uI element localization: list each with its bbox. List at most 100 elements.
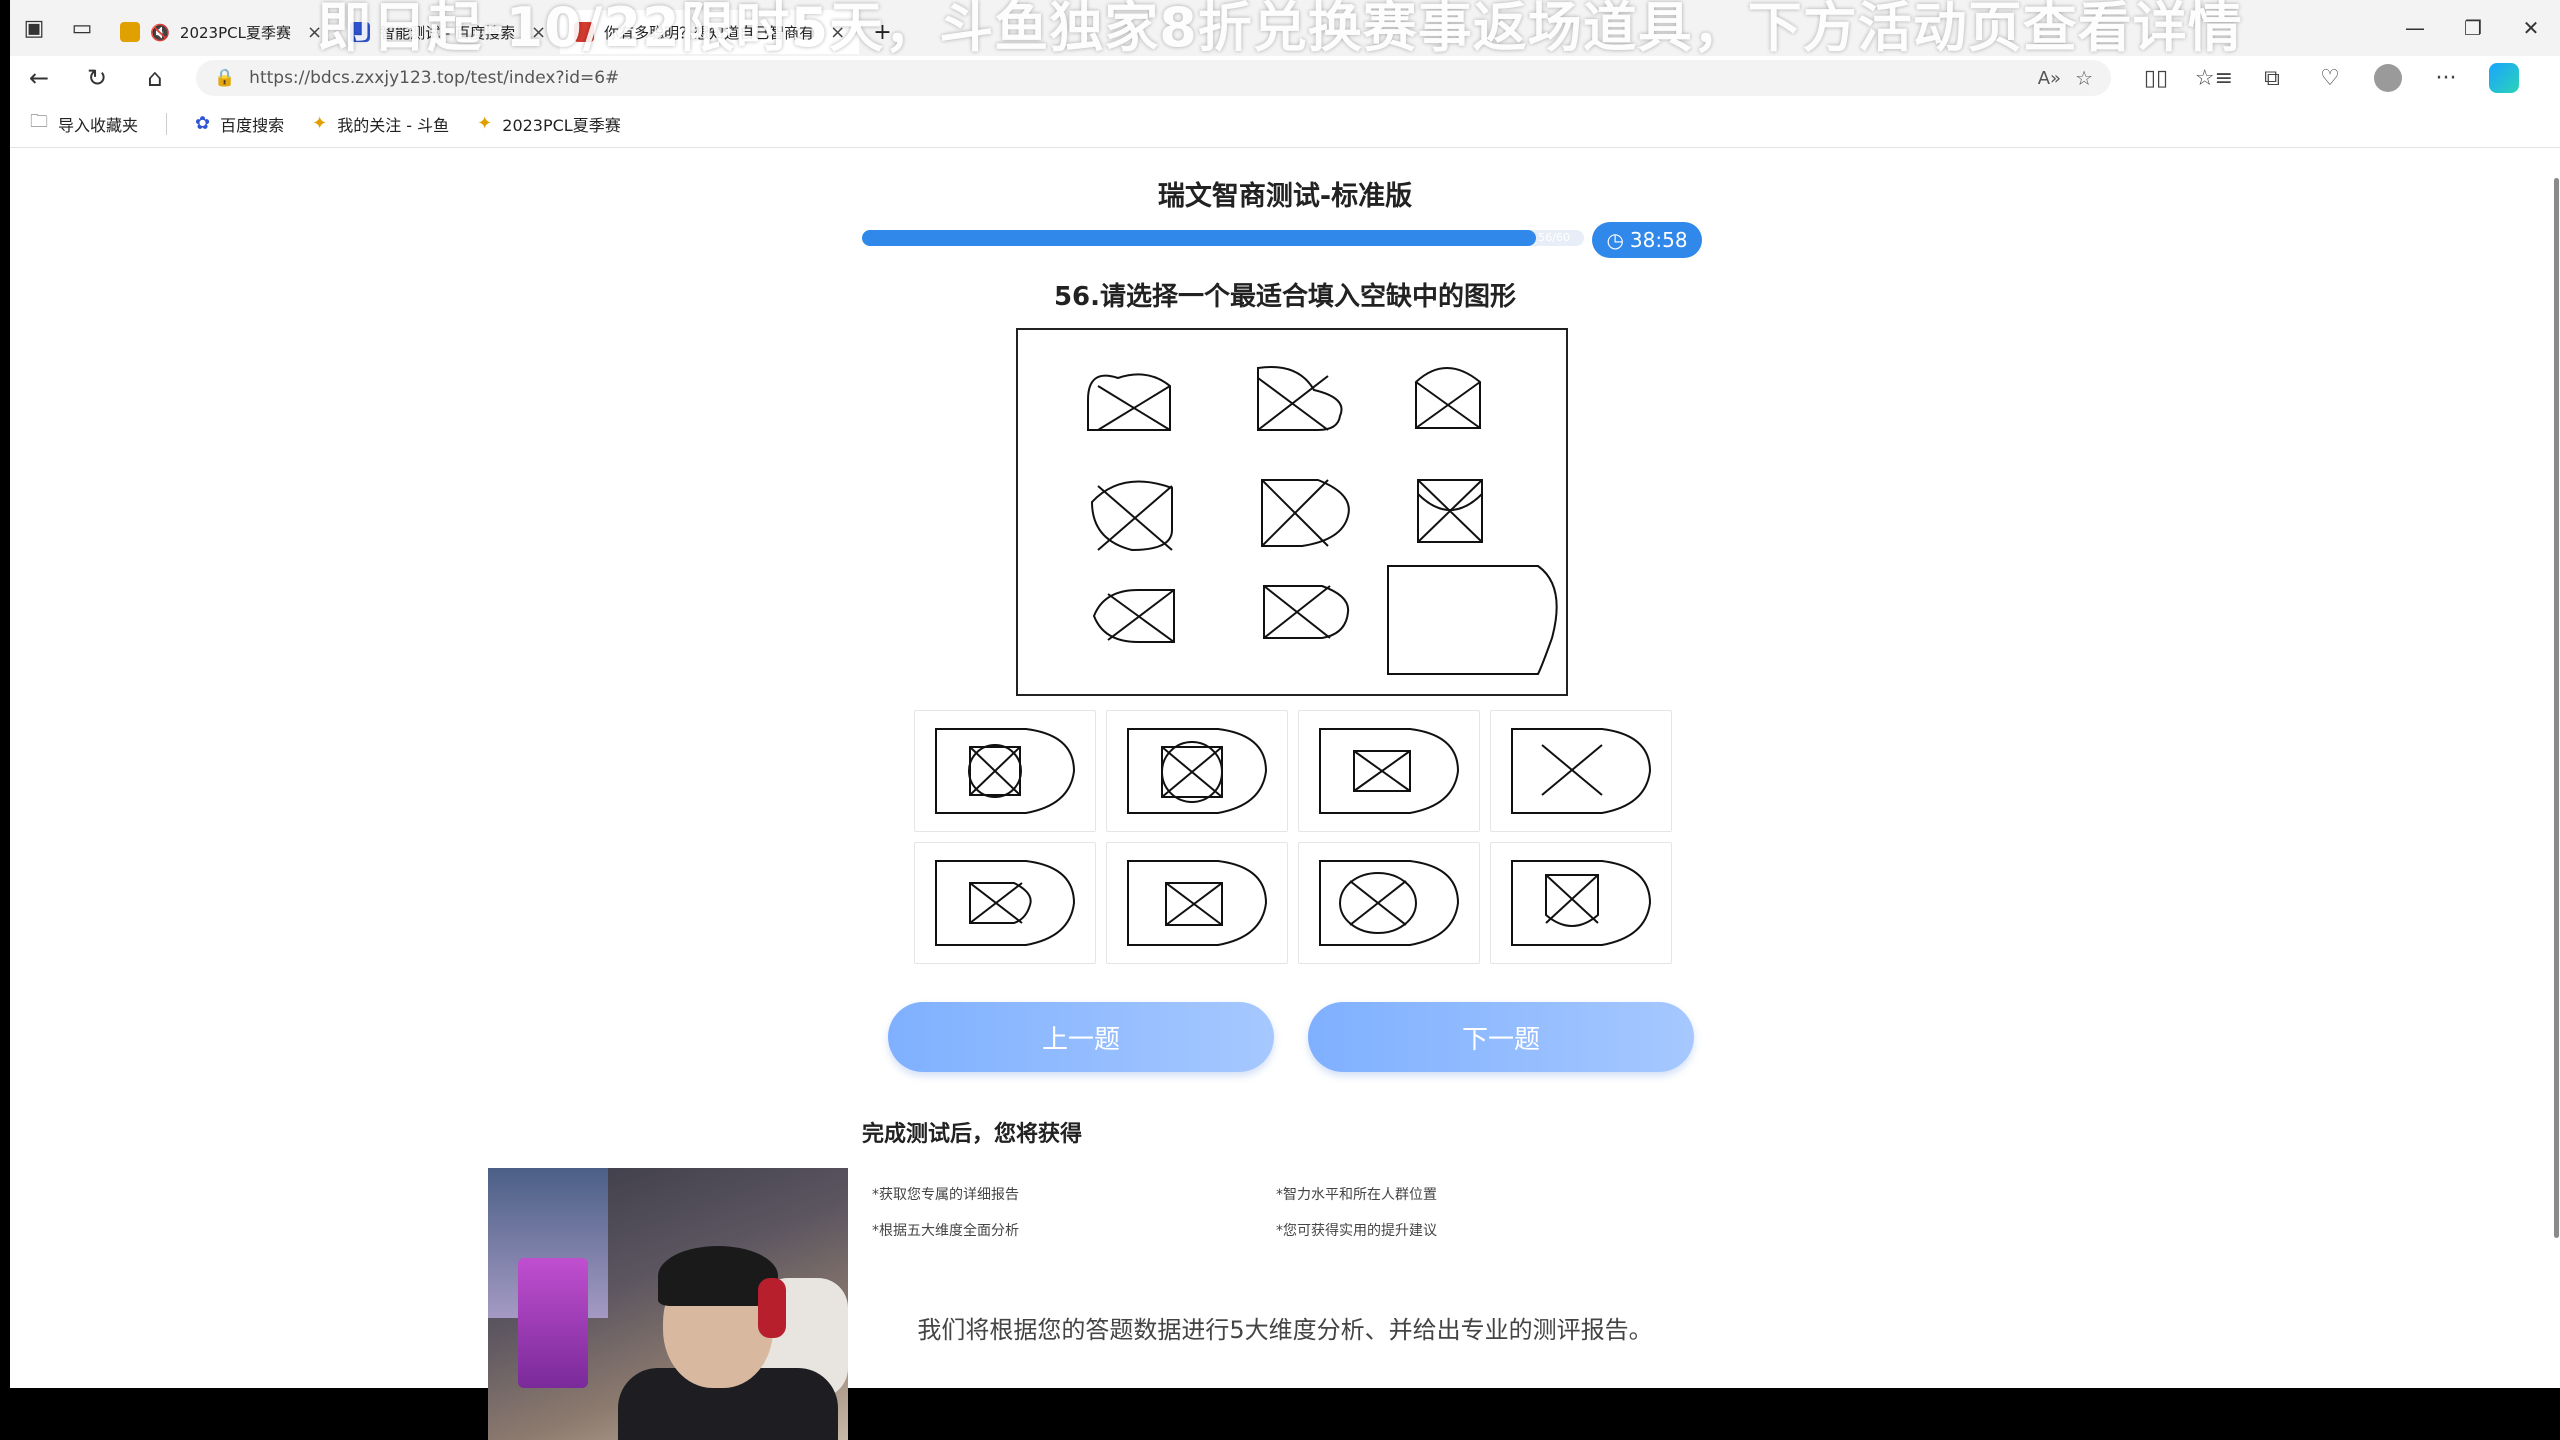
answer-options	[914, 710, 1672, 964]
next-question-button[interactable]: 下一题	[1308, 1002, 1694, 1072]
matrix-cell-1-1	[1087, 373, 1171, 431]
folder-icon: 🗀	[30, 110, 48, 132]
minimize-icon[interactable]: —	[2386, 0, 2444, 56]
option-8[interactable]	[1490, 842, 1672, 964]
bookmark-label: 导入收藏夹	[58, 115, 139, 135]
option-6[interactable]	[1106, 842, 1288, 964]
douyu-icon	[120, 22, 140, 42]
question-text: 56.请选择一个最适合填入空缺中的图形	[1053, 282, 1517, 312]
tab-bar: ▣ ▭ 🔇 2023PCL夏季赛 × 智能测试 - 百度搜索 × 你有多聪明？想…	[10, 0, 2560, 56]
webcam-pc-case	[518, 1258, 588, 1388]
option-figure	[1511, 728, 1652, 814]
plus-icon: +	[873, 19, 892, 45]
option-figure	[1319, 860, 1460, 946]
benefit-item: *智力水平和所在人群位置	[1276, 1187, 1437, 1203]
new-tab-button[interactable]: +	[859, 10, 905, 54]
streamer-webcam	[488, 1168, 848, 1440]
test-title: 瑞文智商测试-标准版	[1157, 181, 1413, 212]
progress-fill	[862, 230, 1536, 246]
back-icon[interactable]: ←	[10, 56, 68, 100]
matrix-cell-1-2	[1257, 366, 1343, 431]
site-favicon-icon	[574, 22, 595, 42]
workspaces-icon[interactable]: ▣	[10, 4, 58, 52]
option-figure	[1127, 728, 1268, 814]
refresh-icon[interactable]: ↻	[68, 56, 126, 100]
address-bar-row: ← ↻ ⌂ 🔒 https://bdcs.zxxjy123.top/test/i…	[10, 56, 2560, 100]
tab-baidu[interactable]: 智能测试 - 百度搜索 ×	[336, 10, 560, 54]
progress-bar: 56/60	[862, 230, 1584, 246]
benefit-item: *根据五大维度全面分析	[872, 1223, 1019, 1239]
clock-icon: ◷	[1606, 228, 1624, 252]
option-figure	[935, 860, 1076, 946]
copilot-icon[interactable]	[2475, 63, 2533, 93]
tab-iq-test[interactable]: 你有多聪明？想知道自己智商有 ×	[560, 10, 860, 54]
option-figure	[1127, 860, 1268, 946]
option-1[interactable]	[914, 710, 1096, 832]
bookmark-pcl[interactable]: ✦ 2023PCL夏季赛	[477, 112, 621, 136]
benefit-item: *获取您专属的详细报告	[872, 1187, 1019, 1203]
option-5[interactable]	[914, 842, 1096, 964]
lock-icon[interactable]: 🔒	[214, 68, 235, 88]
option-7[interactable]	[1298, 842, 1480, 964]
collections-icon[interactable]: ⧉	[2243, 66, 2301, 91]
read-aloud-icon[interactable]: A»	[2038, 68, 2061, 89]
puzzle-matrix	[1016, 328, 1568, 696]
tab-pcl[interactable]: 🔇 2023PCL夏季赛 ×	[106, 10, 336, 54]
home-icon[interactable]: ⌂	[126, 56, 184, 100]
benefits-title: 完成测试后，您将获得	[862, 1122, 1083, 1147]
countdown-timer: ◷ 38:58	[1592, 222, 1702, 258]
close-tab-icon[interactable]: ×	[531, 22, 546, 43]
bookmark-label: 百度搜索	[220, 115, 285, 135]
webcam-headset	[758, 1278, 786, 1338]
option-figure	[935, 728, 1076, 814]
bookmarks-bar: 🗀 导入收藏夹 ✿ 百度搜索 ✦ 我的关注 - 斗鱼 ✦ 2023PCL夏季赛	[10, 100, 2560, 148]
option-4[interactable]	[1490, 710, 1672, 832]
puzzle-matrix-figure	[1087, 366, 1558, 675]
split-screen-icon[interactable]: ▯▯	[2127, 66, 2185, 91]
tab-label: 智能测试 - 百度搜索	[380, 23, 516, 42]
option-figure	[1319, 728, 1460, 814]
baidu-paw-icon	[350, 22, 371, 42]
url-field[interactable]: 🔒 https://bdcs.zxxjy123.top/test/index?i…	[196, 60, 2111, 96]
url-text: https://bdcs.zxxjy123.top/test/index?id=…	[249, 68, 620, 88]
profile-icon[interactable]	[2359, 64, 2417, 92]
douyu-icon: ✦	[477, 113, 493, 134]
close-tab-icon[interactable]: ×	[307, 22, 322, 43]
favorite-star-icon[interactable]: ☆	[2075, 66, 2093, 90]
matrix-cell-3-3-blank	[1387, 565, 1558, 675]
favorites-icon[interactable]: ☆≡	[2185, 66, 2243, 91]
matrix-cell-2-3	[1417, 479, 1483, 543]
matrix-cell-2-2	[1261, 479, 1350, 547]
close-tab-icon[interactable]: ×	[830, 22, 845, 43]
prev-question-button[interactable]: 上一题	[888, 1002, 1274, 1072]
bookmark-baidu[interactable]: ✿ 百度搜索	[195, 112, 284, 136]
tab-actions-icon[interactable]: ▭	[58, 4, 106, 52]
restore-icon[interactable]: ❐	[2444, 0, 2502, 56]
matrix-cell-2-1	[1090, 480, 1173, 552]
bookmark-label: 我的关注 - 斗鱼	[337, 115, 450, 135]
douyu-icon: ✦	[312, 113, 328, 134]
more-menu-icon[interactable]: ···	[2417, 66, 2475, 91]
window-controls: — ❐ ✕	[2386, 0, 2560, 56]
bookmark-import[interactable]: 🗀 导入收藏夹	[30, 109, 138, 139]
summary-text: 我们将根据您的答题数据进行5大维度分析、并给出专业的测评报告。	[917, 1316, 1653, 1344]
option-2[interactable]	[1106, 710, 1288, 832]
browser-essentials-icon[interactable]: ♡	[2301, 66, 2359, 91]
timer-value: 38:58	[1629, 228, 1688, 252]
progress-text: 56/60	[1538, 231, 1570, 244]
divider	[166, 112, 168, 135]
option-3[interactable]	[1298, 710, 1480, 832]
test-page: 瑞文智商测试-标准版 56/60 ◷ 38:58 56.请选择一个最适合填入空缺…	[10, 150, 2560, 1388]
scrollbar-thumb[interactable]	[2554, 178, 2559, 1238]
matrix-cell-3-1	[1092, 589, 1175, 643]
tab-label: 你有多聪明？想知道自己智商有	[604, 23, 815, 42]
browser-window: ▣ ▭ 🔇 2023PCL夏季赛 × 智能测试 - 百度搜索 × 你有多聪明？想…	[10, 0, 2560, 1388]
page-scrollbar[interactable]	[2552, 148, 2560, 1388]
benefit-item: *您可获得实用的提升建议	[1276, 1223, 1437, 1239]
mute-icon[interactable]: 🔇	[150, 23, 170, 42]
close-window-icon[interactable]: ✕	[2502, 0, 2560, 56]
bookmark-douyu-follow[interactable]: ✦ 我的关注 - 斗鱼	[312, 112, 449, 136]
tab-label: 2023PCL夏季赛	[179, 23, 291, 42]
option-figure	[1511, 860, 1652, 946]
matrix-cell-1-3	[1415, 367, 1481, 429]
